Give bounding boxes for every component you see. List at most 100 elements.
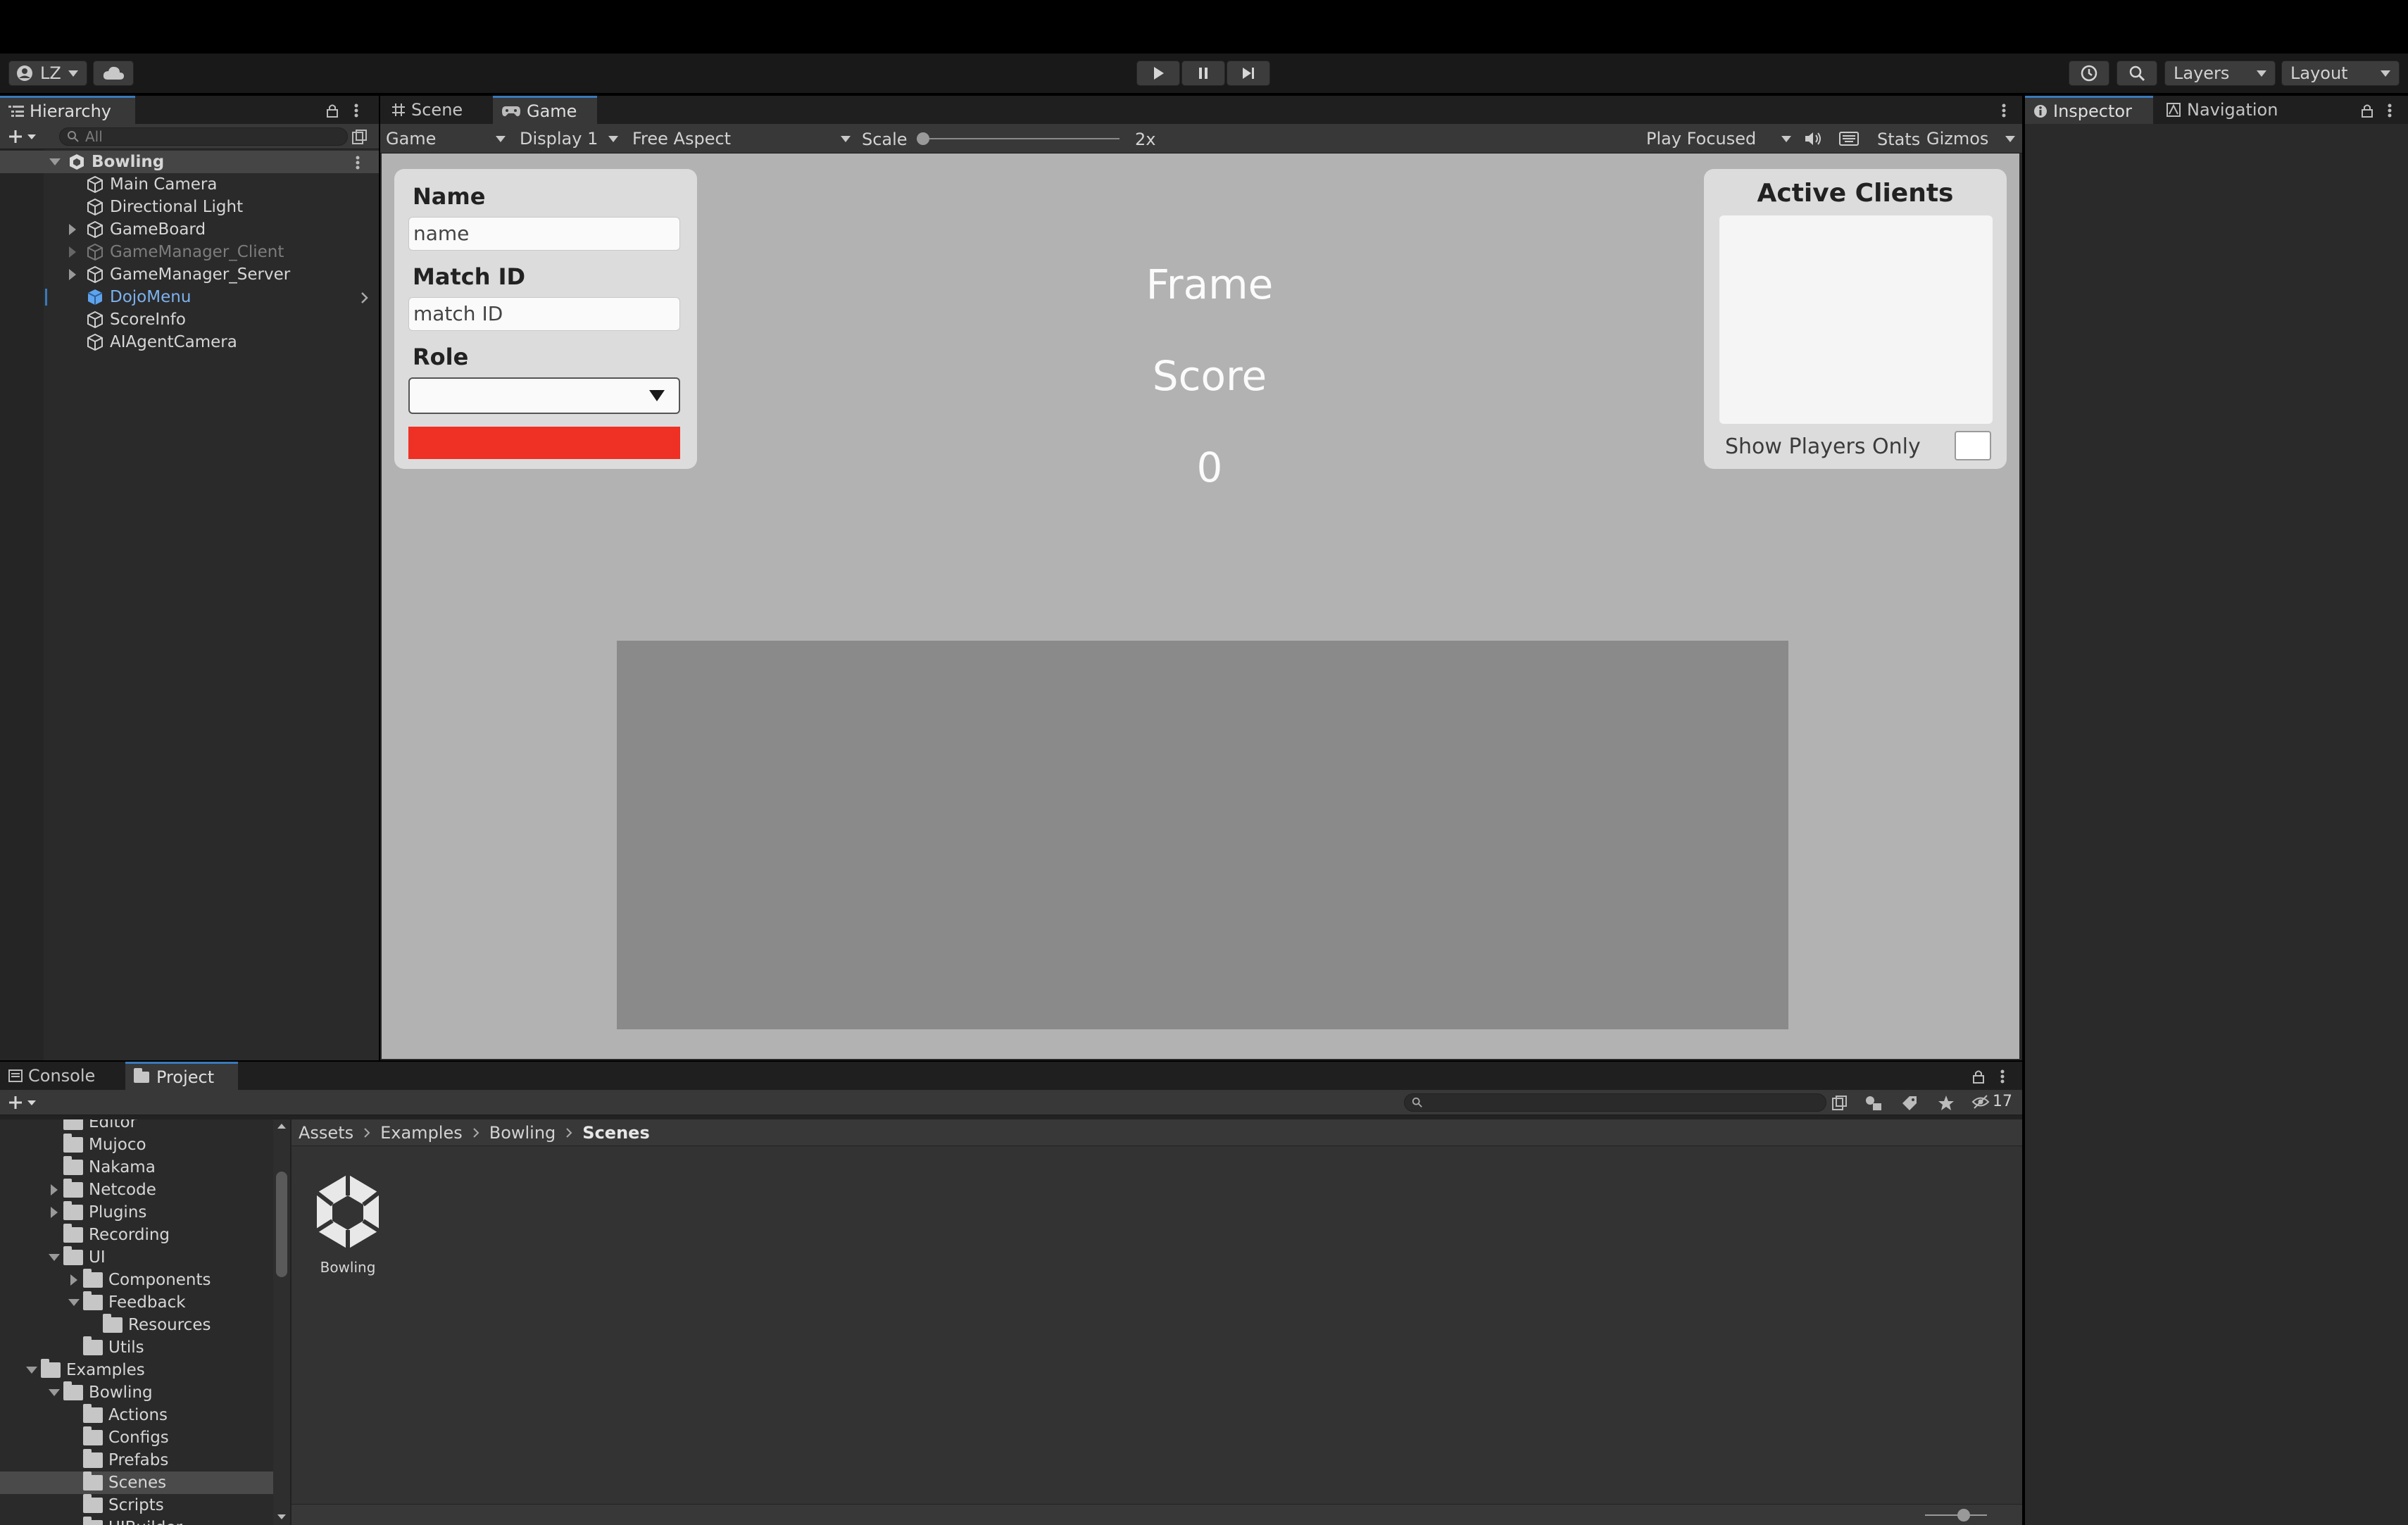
hierarchy-item-main-camera[interactable]: Main Camera [0, 173, 379, 196]
view-mode-dropdown[interactable]: Game [386, 128, 506, 149]
hierarchy-item-dojomenu[interactable]: DojoMenu [0, 286, 379, 308]
tree-item-prefabs[interactable]: Prefabs [68, 1449, 168, 1471]
scene-row[interactable]: Bowling [0, 151, 379, 173]
tree-scrollbar[interactable] [273, 1119, 290, 1525]
pause-button[interactable] [1181, 61, 1225, 86]
kebab-menu-icon[interactable] [2000, 103, 2008, 118]
scale-slider-thumb[interactable] [917, 132, 929, 145]
tree-scrollbar-thumb[interactable] [276, 1172, 287, 1277]
role-dropdown[interactable] [408, 377, 680, 414]
tree-item-nakama[interactable]: Nakama [48, 1156, 156, 1179]
hierarchy-item-directional-light[interactable]: Directional Light [0, 196, 379, 218]
audio-icon[interactable] [1804, 131, 1822, 146]
scroll-down-icon[interactable] [277, 1514, 287, 1521]
step-button[interactable] [1227, 61, 1270, 86]
tree-item-scripts[interactable]: Scripts [68, 1494, 164, 1517]
tab-navigation[interactable]: Navigation [2157, 96, 2305, 124]
breadcrumb-scenes[interactable]: Scenes [582, 1124, 649, 1141]
kebab-menu-icon[interactable] [353, 155, 362, 170]
create-add-icon[interactable] [8, 1095, 37, 1110]
tree-item-utils[interactable]: Utils [68, 1336, 144, 1359]
join-action-button[interactable] [408, 427, 680, 459]
create-add-icon[interactable] [8, 129, 37, 144]
hierarchy-item-gameboard[interactable]: GameBoard [0, 218, 379, 241]
foldout-open-icon[interactable] [49, 1389, 60, 1396]
kebab-menu-icon[interactable] [2385, 103, 2394, 118]
foldout-closed-icon[interactable] [70, 1274, 77, 1286]
aspect-dropdown[interactable]: Free Aspect [632, 128, 851, 149]
hierarchy-item-gamemanager-server[interactable]: GameManager_Server [0, 263, 379, 286]
lock-icon[interactable] [1971, 1069, 1986, 1084]
tab-game[interactable]: Game [493, 96, 597, 124]
search-button[interactable] [2117, 61, 2157, 86]
hierarchy-item-aiagentcamera[interactable]: AIAgentCamera [0, 331, 379, 353]
favorite-star-icon[interactable] [1938, 1095, 1955, 1112]
tree-item-configs[interactable]: Configs [68, 1426, 169, 1449]
match-id-field[interactable]: match ID [408, 297, 680, 331]
filter-by-type-icon[interactable] [1864, 1095, 1883, 1112]
cloud-button[interactable] [93, 61, 134, 86]
breadcrumb-examples[interactable]: Examples [380, 1124, 463, 1141]
chevron-right-icon[interactable] [360, 291, 369, 304]
foldout-closed-icon[interactable] [51, 1207, 58, 1218]
foldout-closed-icon[interactable] [69, 246, 76, 258]
tree-item-recording[interactable]: Recording [48, 1224, 170, 1246]
hierarchy-item-gamemanager-client[interactable]: GameManager_Client [0, 241, 379, 263]
play-button[interactable] [1136, 61, 1180, 86]
tree-item-components[interactable]: Components [68, 1269, 211, 1291]
tree-item-bowling[interactable]: Bowling [48, 1381, 153, 1404]
display-dropdown[interactable]: Display 1 [520, 128, 618, 149]
icon-size-slider[interactable] [1925, 1514, 1987, 1516]
kebab-menu-icon[interactable] [1998, 1069, 2007, 1084]
breadcrumb-bowling[interactable]: Bowling [489, 1124, 556, 1141]
foldout-open-icon[interactable] [26, 1367, 37, 1374]
foldout-closed-icon[interactable] [69, 269, 76, 280]
tree-item-actions[interactable]: Actions [68, 1404, 168, 1426]
tab-inspector[interactable]: Inspector [2025, 96, 2153, 124]
gizmos-dropdown[interactable]: Gizmos [1926, 128, 2015, 149]
tab-console[interactable]: Console [0, 1062, 123, 1090]
scene-filter-icon[interactable] [1832, 1096, 1848, 1111]
show-players-checkbox[interactable] [1955, 431, 1991, 460]
foldout-open-icon[interactable] [68, 1299, 80, 1306]
scene-filter-icon[interactable] [352, 130, 368, 145]
tab-hierarchy[interactable]: Hierarchy [0, 96, 135, 124]
active-clients-list[interactable] [1719, 215, 1993, 424]
tree-item-scenes[interactable]: Scenes [68, 1471, 166, 1494]
project-search-input[interactable] [1404, 1093, 1826, 1112]
name-field[interactable]: name [408, 217, 680, 251]
icon-size-slider-thumb[interactable] [1957, 1509, 1970, 1521]
tree-item-uibuilder[interactable]: UIBuilder [68, 1517, 182, 1525]
foldout-closed-icon[interactable] [69, 224, 76, 235]
hierarchy-item-scoreinfo[interactable]: ScoreInfo [0, 308, 379, 331]
tree-item-mujoco[interactable]: Mujoco [48, 1134, 146, 1156]
foldout-open-icon[interactable] [49, 158, 61, 165]
breadcrumb-assets[interactable]: Assets [299, 1124, 353, 1141]
account-dropdown[interactable]: LZ [8, 61, 87, 86]
scroll-up-icon[interactable] [277, 1122, 287, 1129]
hidden-packages-toggle[interactable]: 17 [1971, 1094, 2012, 1110]
scale-slider[interactable] [917, 132, 1120, 145]
asset-tile[interactable]: Bowling [311, 1172, 384, 1277]
tree-item-examples[interactable]: Examples [25, 1359, 145, 1381]
stats-button[interactable]: Stats [1877, 131, 1920, 148]
label-tag-icon[interactable] [1901, 1095, 1918, 1112]
tree-item-netcode[interactable]: Netcode [48, 1179, 156, 1201]
layout-dropdown[interactable]: Layout [2281, 61, 2400, 86]
tab-scene[interactable]: Scene [383, 96, 489, 124]
foldout-open-icon[interactable] [49, 1254, 60, 1261]
tree-item-ui[interactable]: UI [48, 1246, 106, 1269]
kebab-menu-icon[interactable] [352, 103, 360, 118]
tree-item-plugins[interactable]: Plugins [48, 1201, 146, 1224]
play-mode-dropdown[interactable]: Play Focused [1646, 128, 1791, 149]
lock-icon[interactable] [325, 103, 339, 118]
tab-project[interactable]: Project [125, 1062, 238, 1090]
keyboard-icon[interactable] [1839, 131, 1859, 146]
tree-item-editor[interactable]: Editor [48, 1119, 137, 1134]
layers-dropdown[interactable]: Layers [2164, 61, 2276, 86]
tree-item-resources[interactable]: Resources [87, 1314, 211, 1336]
hierarchy-search-input[interactable]: All [59, 127, 348, 146]
lock-icon[interactable] [2360, 103, 2374, 118]
history-button[interactable] [2069, 61, 2109, 86]
foldout-closed-icon[interactable] [51, 1184, 58, 1195]
